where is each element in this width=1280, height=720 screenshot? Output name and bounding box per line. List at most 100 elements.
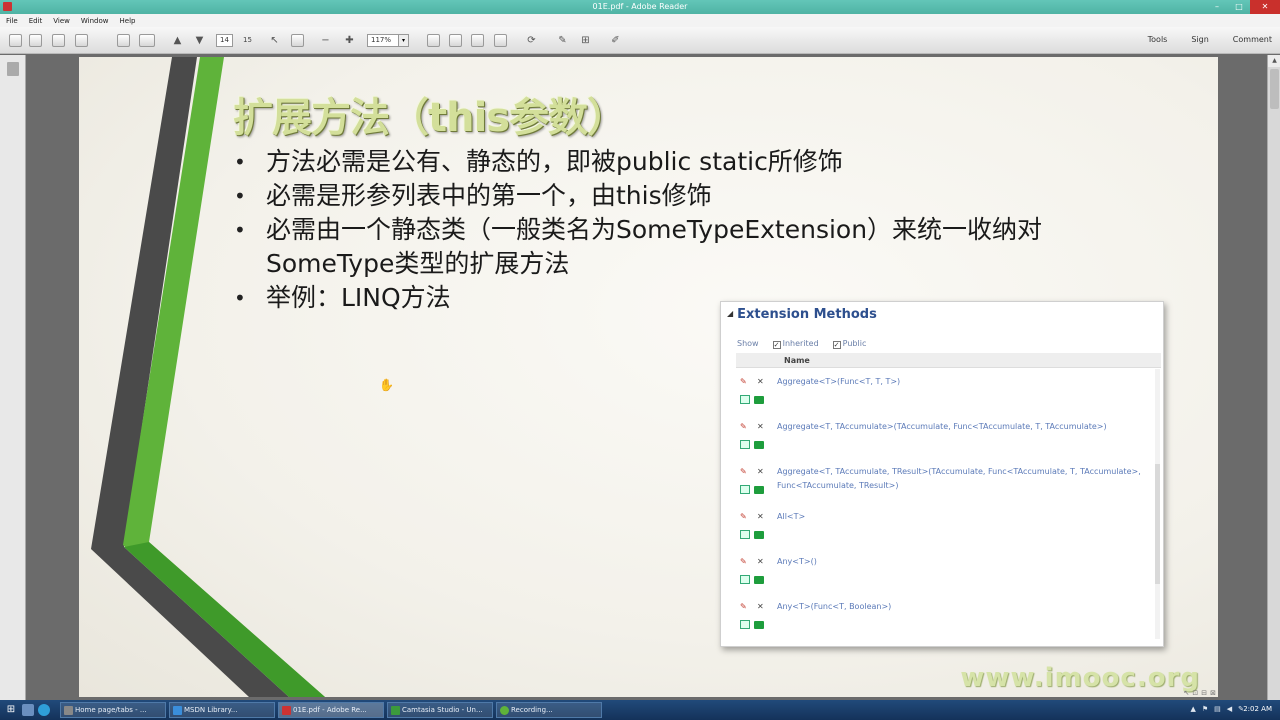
method-link[interactable]: All<T>	[777, 510, 1147, 524]
static-icon: ✕	[757, 602, 764, 611]
read-mode-icon[interactable]	[494, 34, 507, 47]
taskbar: ⊞ Home page/tabs - ... MSDN Library... 0…	[0, 700, 1280, 720]
method-row: ✎ ✕ All<T>	[721, 510, 1161, 554]
sign-link[interactable]: Sign	[1191, 35, 1208, 44]
next-page-icon[interactable]: ▼	[193, 34, 206, 47]
zoom-in-icon[interactable]: ✚	[343, 34, 356, 47]
network-icon[interactable]: ▤	[1214, 705, 1221, 713]
maximize-icon[interactable]: □	[1228, 0, 1250, 14]
extension-method-icon: ✎	[740, 377, 747, 386]
slide-title: 扩展方法（this参数）	[233, 95, 627, 141]
method-link[interactable]: Aggregate<T, TAccumulate>(TAccumulate, F…	[777, 420, 1147, 434]
bullet-list: 方法必需是公有、静态的，即被public static所修饰 必需是形参列表中的…	[234, 145, 1134, 315]
zoom-out-icon[interactable]: −	[319, 34, 332, 47]
rotate-icon[interactable]: ⟳	[525, 34, 538, 47]
title-bar: 01E.pdf - Adobe Reader – □ ✕	[0, 0, 1280, 14]
mini-tool-icon[interactable]: ⊡	[1192, 689, 1198, 697]
menu-help[interactable]: Help	[120, 17, 136, 25]
taskbar-item[interactable]: MSDN Library...	[169, 702, 275, 718]
filter-inherited[interactable]: ✓ Inherited	[772, 339, 819, 349]
method-link[interactable]: Aggregate<T>(Func<T, T, T>)	[777, 375, 1147, 389]
comment-link[interactable]: Comment	[1233, 35, 1272, 44]
fit-width-icon[interactable]	[449, 34, 462, 47]
menu-view[interactable]: View	[53, 17, 70, 25]
method-row: ✎ ✕ Aggregate<T, TAccumulate>(TAccumulat…	[721, 420, 1161, 464]
clock[interactable]: 2:02 AM	[1243, 705, 1272, 713]
save-icon[interactable]	[75, 34, 88, 47]
method-link[interactable]: Aggregate<T, TAccumulate, TResult>(TAccu…	[777, 465, 1147, 493]
scrollbar-thumb[interactable]	[1155, 464, 1160, 584]
highlight-icon[interactable]: ⊞	[579, 34, 592, 47]
panel-scrollbar[interactable]	[1155, 369, 1160, 639]
minimize-icon[interactable]: –	[1206, 0, 1228, 14]
extension-method-icon: ✎	[740, 512, 747, 521]
zoom-dropdown-icon[interactable]: ▾	[398, 34, 409, 47]
taskbar-item[interactable]: Recording...	[496, 702, 602, 718]
method-link[interactable]: Any<T>(Func<T, Boolean>)	[777, 600, 1147, 614]
scroll-mode-icon[interactable]	[471, 34, 484, 47]
menu-file[interactable]: File	[6, 17, 18, 25]
system-tray: ▲ ⚑ ▤ ◀ ✎	[1190, 705, 1244, 713]
volume-icon[interactable]: ◀	[1227, 705, 1232, 713]
pdf-page: 扩展方法（this参数） 方法必需是公有、静态的，即被public static…	[79, 57, 1218, 697]
supported-icon	[754, 441, 764, 449]
page-number-field[interactable]: 14	[216, 34, 233, 47]
toolbar: ▲ ▼ 14 15 ↖ − ✚ 117% ▾ ⟳ ✎ ⊞ ✐ Tools Sig…	[0, 27, 1280, 54]
close-icon[interactable]: ✕	[1250, 0, 1280, 14]
mini-tool-icon[interactable]: ⊟	[1201, 689, 1207, 697]
extension-methods-panel: ◢ Extension Methods Show ✓ Inherited ✓ Publ…	[720, 301, 1164, 647]
scrollbar-thumb[interactable]	[1270, 69, 1279, 109]
hand-tool-icon[interactable]	[291, 34, 304, 47]
zoom-field[interactable]: 117%	[367, 34, 399, 47]
fit-page-icon[interactable]	[427, 34, 440, 47]
tray-arrow-icon[interactable]: ▲	[1190, 705, 1195, 713]
window-title: 01E.pdf - Adobe Reader	[592, 2, 688, 11]
code-example-icon	[740, 485, 750, 494]
checkbox-icon[interactable]: ✓	[772, 341, 781, 349]
menu-edit[interactable]: Edit	[29, 17, 43, 25]
taskbar-item-active[interactable]: 01E.pdf - Adobe Re...	[278, 702, 384, 718]
code-example-icon	[740, 575, 750, 584]
watermark-logo: www.imooc.org	[960, 663, 1200, 693]
document-scrollbar[interactable]: ▲	[1267, 55, 1280, 700]
checkbox-icon[interactable]: ✓	[832, 341, 841, 349]
collapse-triangle-icon[interactable]: ◢	[727, 309, 733, 318]
page-thumbnails-icon[interactable]	[7, 62, 19, 76]
flag-icon[interactable]: ⚑	[1202, 705, 1208, 713]
select-tool-icon[interactable]: ↖	[268, 34, 281, 47]
panel-heading[interactable]: ◢ Extension Methods	[727, 307, 877, 322]
sign-pen-icon[interactable]: ✐	[609, 34, 622, 47]
toolbar-right-links: Tools Sign Comment	[1148, 35, 1272, 44]
filter-show-label: Show	[737, 339, 759, 348]
print-icon[interactable]	[117, 34, 130, 47]
email-icon[interactable]	[139, 34, 155, 47]
menu-window[interactable]: Window	[81, 17, 109, 25]
app-icon	[282, 706, 291, 715]
static-icon: ✕	[757, 557, 764, 566]
create-icon[interactable]	[9, 34, 22, 47]
supported-icon	[754, 621, 764, 629]
taskbar-item[interactable]: Camtasia Studio - Un...	[387, 702, 493, 718]
app-icon	[64, 706, 73, 715]
tools-link[interactable]: Tools	[1148, 35, 1168, 44]
mini-tool-icon[interactable]: ↖	[1184, 689, 1190, 697]
taskbar-item[interactable]: Home page/tabs - ...	[60, 702, 166, 718]
name-column-header[interactable]: Name	[736, 353, 1161, 368]
ie-icon[interactable]	[38, 704, 50, 716]
prev-page-icon[interactable]: ▲	[171, 34, 184, 47]
comment-sticky-icon[interactable]: ✎	[556, 34, 569, 47]
edit-icon[interactable]	[52, 34, 65, 47]
start-button-icon[interactable]: ⊞	[5, 704, 17, 716]
static-icon: ✕	[757, 512, 764, 521]
extension-method-icon: ✎	[740, 422, 747, 431]
mini-tool-icon[interactable]: ⊠	[1210, 689, 1216, 697]
menu-bar: File Edit View Window Help	[0, 14, 1280, 27]
scroll-up-icon[interactable]: ▲	[1268, 55, 1280, 67]
explorer-icon[interactable]	[22, 704, 34, 716]
open-icon[interactable]	[29, 34, 42, 47]
static-icon: ✕	[757, 422, 764, 431]
code-example-icon	[740, 620, 750, 629]
page-count: 15	[243, 36, 252, 44]
filter-public[interactable]: ✓ Public	[832, 339, 866, 349]
method-link[interactable]: Any<T>()	[777, 555, 1147, 569]
